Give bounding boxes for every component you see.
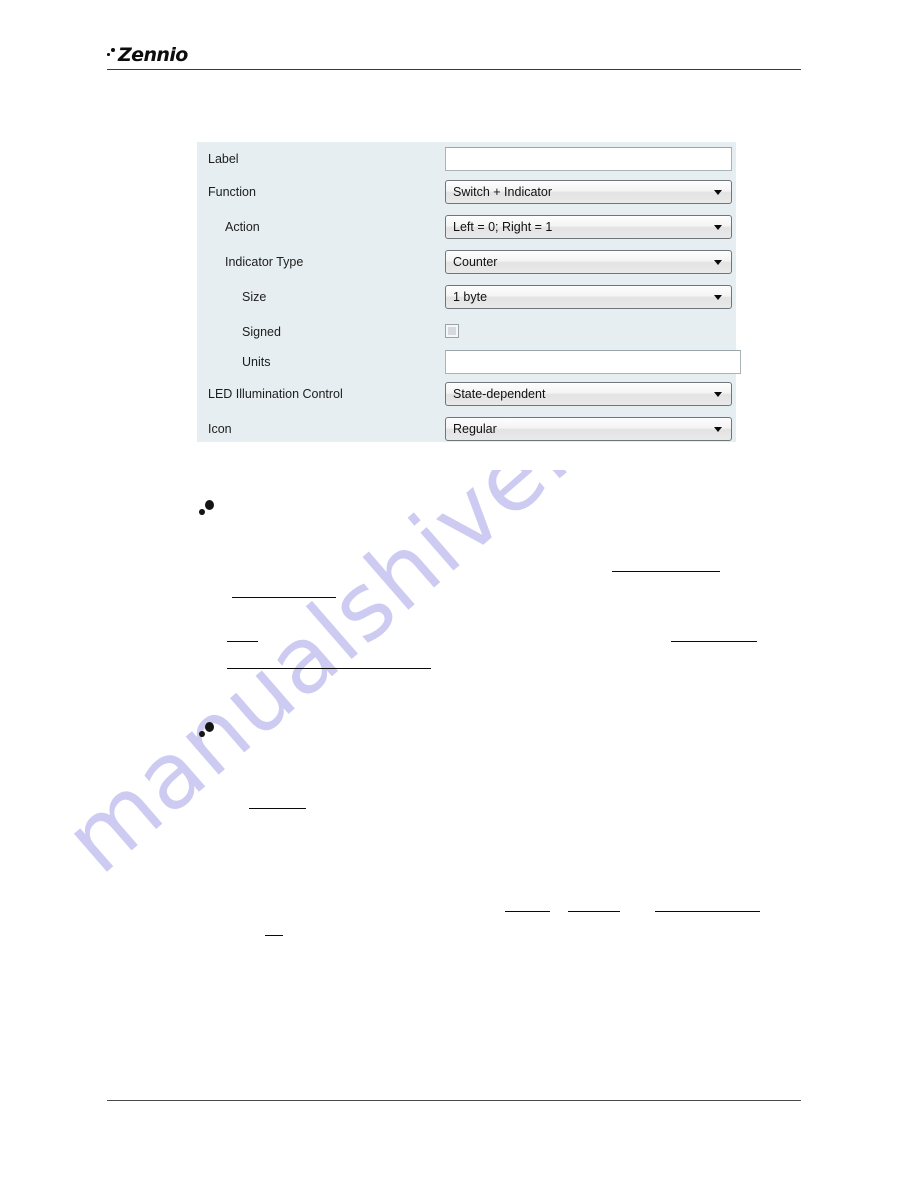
form-row-size: Size 1 byte [197, 280, 736, 315]
form-row-indicator-type: Indicator Type Counter [197, 245, 736, 280]
form-row-action: Action Left = 0; Right = 1 [197, 210, 736, 245]
indicator-type-dropdown[interactable]: Counter [445, 250, 732, 274]
indicator-type-dropdown-value: Counter [453, 255, 498, 269]
watermark: manualshive.com [50, 470, 870, 1150]
link-underline[interactable] [655, 911, 760, 912]
form-row-function: Function Switch + Indicator [197, 175, 736, 210]
icon-dropdown-value: Regular [453, 422, 497, 436]
size-dropdown[interactable]: 1 byte [445, 285, 732, 309]
link-underline[interactable] [265, 935, 283, 936]
chevron-down-icon [714, 225, 722, 230]
size-dropdown-value: 1 byte [453, 290, 488, 304]
field-label: Icon [208, 422, 232, 436]
footer-divider [107, 1100, 801, 1101]
link-underline[interactable] [612, 571, 720, 572]
label-input[interactable] [445, 147, 732, 171]
form-row-icon: Icon Regular [197, 412, 736, 447]
page-header: Zennio [107, 44, 801, 70]
led-illumination-control-dropdown[interactable]: State-dependent [445, 382, 732, 406]
link-underline[interactable] [568, 911, 620, 912]
form-row-led-illumination-control: LED Illumination Control State-dependent [197, 377, 736, 412]
chevron-down-icon [714, 260, 722, 265]
function-dropdown-value: Switch + Indicator [453, 185, 553, 199]
chevron-down-icon [714, 190, 722, 195]
field-label: Function [208, 185, 256, 199]
icon-dropdown[interactable]: Regular [445, 417, 732, 441]
document-page: Zennio Label Function Switch + Indicator… [0, 0, 918, 1188]
chevron-down-icon [714, 427, 722, 432]
chevron-down-icon [714, 295, 722, 300]
action-dropdown[interactable]: Left = 0; Right = 1 [445, 215, 732, 239]
field-label: Indicator Type [225, 255, 304, 269]
led-illumination-control-dropdown-value: State-dependent [453, 387, 546, 401]
header-divider [107, 69, 801, 70]
form-row-units: Units [197, 345, 741, 380]
form-row-label: Label [197, 142, 736, 177]
signed-checkbox[interactable] [445, 324, 459, 338]
link-underline[interactable] [227, 641, 258, 642]
list-bullet-icon [199, 500, 215, 518]
field-label: Label [208, 152, 239, 166]
configuration-panel: Label Function Switch + Indicator Action… [197, 142, 741, 442]
link-underline[interactable] [671, 641, 757, 642]
chevron-down-icon [714, 392, 722, 397]
link-underline[interactable] [249, 808, 306, 809]
list-bullet-icon [199, 722, 215, 740]
field-label: Action [225, 220, 260, 234]
function-dropdown[interactable]: Switch + Indicator [445, 180, 732, 204]
action-dropdown-value: Left = 0; Right = 1 [453, 220, 553, 234]
field-label: LED Illumination Control [208, 387, 343, 401]
watermark-text: manualshive.com [50, 470, 741, 894]
field-label: Size [242, 290, 267, 304]
link-underline[interactable] [505, 911, 550, 912]
link-underline[interactable] [227, 668, 431, 669]
field-label: Units [242, 355, 271, 369]
units-input[interactable] [445, 350, 741, 374]
link-underline[interactable] [232, 597, 336, 598]
zennio-logo-text: Zennio [118, 44, 188, 66]
